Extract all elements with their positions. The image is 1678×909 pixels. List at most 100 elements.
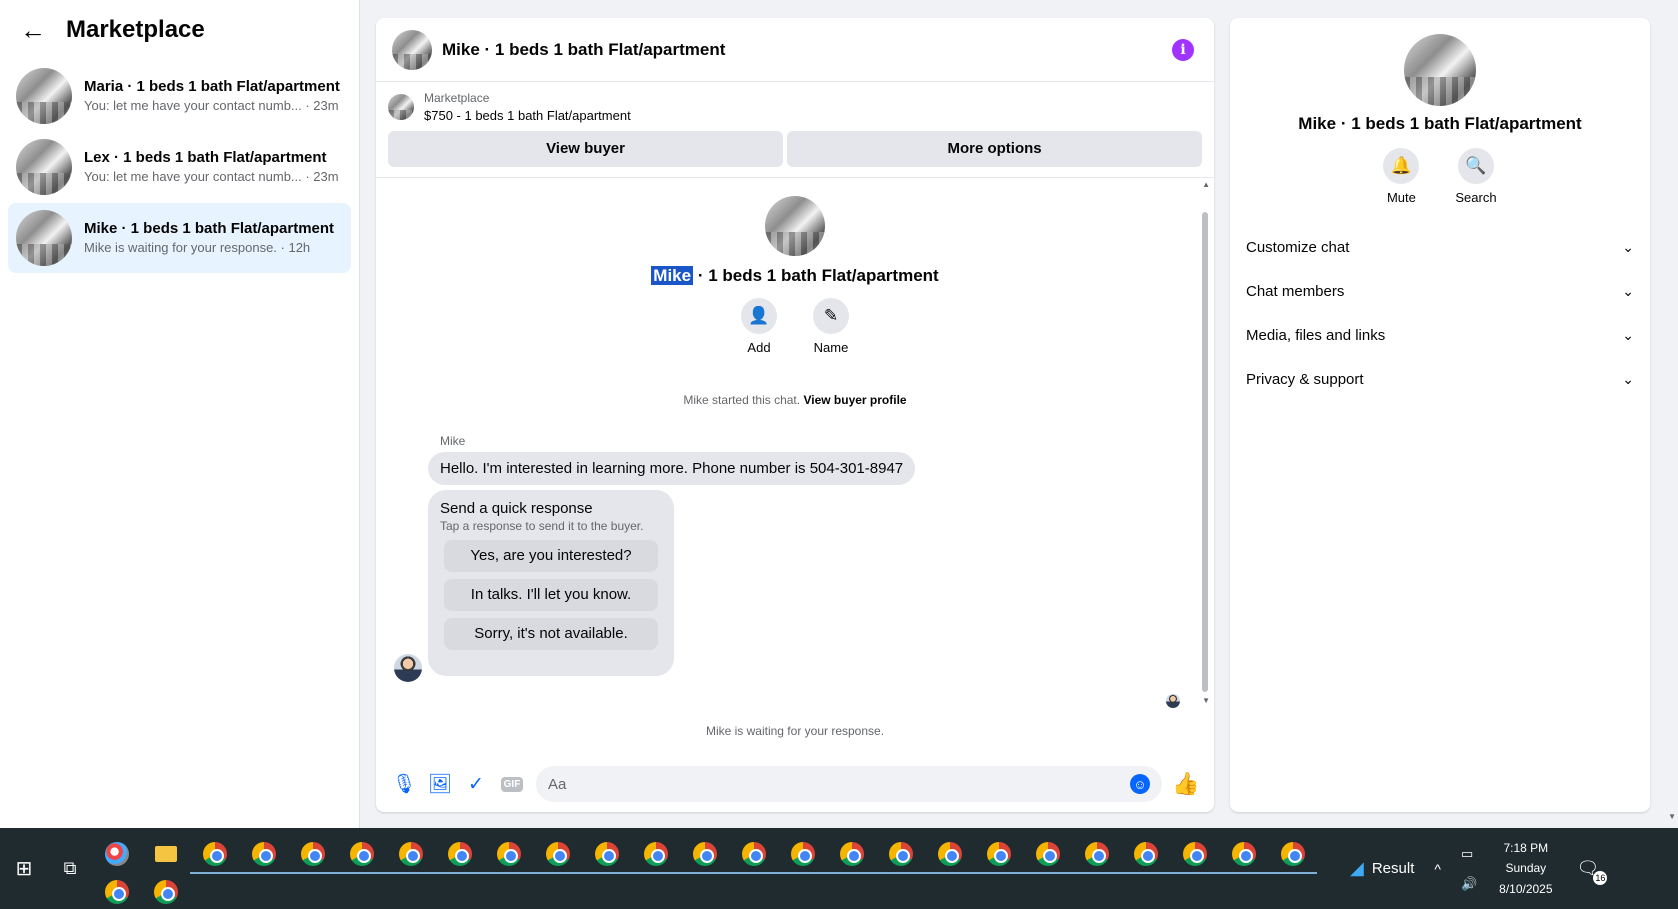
taskbar-chrome-icon[interactable] [1023,836,1072,874]
name-chat-button[interactable]: ✎ Name [813,297,849,355]
sender-avatar[interactable] [394,653,422,682]
add-person-button[interactable]: 👤 Add [741,297,777,355]
chevron-up-icon[interactable]: ^ [1434,861,1441,877]
quick-response-subtitle: Tap a response to send it to the buyer. [440,518,644,533]
menu-chat-members[interactable]: Chat members ⌄ [1230,269,1650,313]
search-button[interactable]: 🔍 Search [1455,148,1497,205]
taskbar-chrome-icon[interactable] [1170,836,1219,874]
taskbar-chrome-icon[interactable] [925,836,974,874]
result-label: Result [1371,860,1415,877]
menu-customize-chat[interactable]: Customize chat ⌄ [1230,225,1650,269]
chevron-down-icon: ⌄ [1622,282,1634,299]
message-bubble[interactable]: Hello. I'm interested in learning more. … [428,451,916,485]
taskbar-chrome-icon[interactable] [631,836,680,874]
taskbar-chrome-icon[interactable] [876,836,925,874]
quick-reply-in-talks[interactable]: In talks. I'll let you know. [444,578,658,611]
conversation-item-lex[interactable]: Lex · 1 beds 1 bath Flat/apartment You: … [8,132,351,202]
conversation-name: Mike · 1 beds 1 bath Flat/apartment [84,220,335,238]
sidebar-title: Marketplace [66,16,205,43]
message-thread[interactable]: ▲ ▼ Mike · 1 beds 1 bath Flat/apartment … [376,178,1214,738]
thumbs-up-icon[interactable]: 👍 [1168,766,1204,802]
search-label: Search [1455,190,1497,205]
quick-reply-not-available[interactable]: Sorry, it's not available. [444,617,658,650]
chat-title[interactable]: Mike · 1 beds 1 bath Flat/apartment [442,40,1172,60]
taskbar-chrome-icon[interactable] [386,836,435,874]
volume-icon[interactable]: 🔊 [1461,876,1477,892]
taskbar-chrome-icon[interactable] [778,836,827,874]
taskbar-chrome-icon[interactable] [533,836,582,874]
conversation-item-mike[interactable]: Mike · 1 beds 1 bath Flat/apartment Mike… [8,203,351,273]
chat-scrollbar[interactable] [1202,211,1208,692]
listing-summary[interactable]: Marketplace $750 - 1 beds 1 bath Flat/ap… [376,82,1214,125]
taskbar-chrome-icon[interactable] [729,836,778,874]
seen-indicator-avatar [1166,693,1180,708]
scroll-down-arrow-icon[interactable]: ▼ [1202,696,1210,705]
taskbar-paint-icon[interactable] [92,836,141,874]
emoji-icon[interactable]: ☺ [1130,774,1150,794]
notification-icon[interactable]: 🗨 16 [1577,858,1608,885]
menu-media-files-links[interactable]: Media, files and links ⌄ [1230,313,1650,357]
message-input[interactable]: Aa ☺ [536,766,1162,802]
gif-icon[interactable]: GIF [494,766,530,802]
conversation-preview: Mike is waiting for your response. · 12h [84,240,311,256]
taskbar-chrome-icon[interactable] [582,836,631,874]
taskbar-chrome-icon[interactable] [435,836,484,874]
mute-button[interactable]: 🔔 Mute [1383,148,1420,205]
conversation-sidebar: ← Marketplace Maria · 1 beds 1 bath Flat… [0,0,360,828]
conversation-item-maria[interactable]: Maria · 1 beds 1 bath Flat/apartment You… [8,61,351,131]
scroll-up-arrow-icon[interactable]: ▲ [1202,180,1210,189]
taskbar-chrome-icon[interactable] [827,836,876,874]
view-buyer-profile-link[interactable]: View buyer profile [803,393,906,407]
taskbar-chrome-icon[interactable] [484,836,533,874]
chat-header: Mike · 1 beds 1 bath Flat/apartment i [376,18,1214,82]
intro-title-rest: · 1 beds 1 bath Flat/apartment [693,265,939,285]
listing-price-title: $750 - 1 beds 1 bath Flat/apartment [424,107,631,123]
taskbar-chrome-icon[interactable] [974,836,1023,874]
task-view-icon[interactable]: ⧉ [48,828,92,909]
chevron-down-icon: ⌄ [1622,238,1634,255]
menu-label: Chat members [1246,282,1345,300]
conversation-preview: You: let me have your contact numb... · … [84,98,339,114]
chevron-down-icon: ⌄ [1622,370,1634,387]
taskbar-chrome-icon[interactable] [190,836,239,874]
back-arrow-icon[interactable]: ← [20,15,52,46]
taskbar-chrome-icon[interactable] [288,836,337,874]
system-tray: ◢ Result ^ ▭ 🔊 7:18 PM Sunday 8/10/2025 🗨… [1342,828,1678,909]
chevron-down-icon: ⌄ [1622,326,1634,343]
conversation-name: Maria · 1 beds 1 bath Flat/apartment [84,78,340,96]
result-logo-icon: ◢ [1350,858,1364,878]
windows-start-icon[interactable]: ⊞ [0,828,48,909]
taskbar-chrome-icon[interactable] [337,836,386,874]
view-buyer-button[interactable]: View buyer [388,130,784,167]
chat-started-note: Mike started this chat. View buyer profi… [376,393,1214,407]
result-app[interactable]: ◢ Result [1350,858,1414,879]
listing-thumbnail [16,210,72,266]
taskbar-chrome-icon[interactable] [1219,836,1268,874]
intro-title: Mike · 1 beds 1 bath Flat/apartment [376,265,1214,286]
clock-day: Sunday [1505,861,1547,876]
page-scroll-down-arrow-icon[interactable]: ▼ [1668,812,1676,821]
microphone-icon[interactable]: 🎙 [386,766,422,802]
taskbar-chrome-icon[interactable] [1072,836,1121,874]
taskbar-chrome-icon[interactable] [239,836,288,874]
chat-avatar[interactable] [392,29,432,70]
taskbar-chrome-icon[interactable] [1121,836,1170,874]
taskbar-chrome-icon[interactable] [141,874,190,909]
add-label: Add [747,339,771,355]
windows-taskbar: ⊞ ⧉ ◢ Result ^ ▭ 🔊 7:18 PM Sunday 8/10/2… [0,828,1678,909]
taskbar-folder-icon[interactable] [141,836,190,874]
taskbar-chrome-icon[interactable] [680,836,729,874]
menu-privacy-support[interactable]: Privacy & support ⌄ [1230,357,1650,401]
network-icon[interactable]: ▭ [1461,846,1477,862]
info-icon[interactable]: i [1172,38,1194,61]
bell-icon: 🔔 [1383,148,1420,184]
quick-reply-interested[interactable]: Yes, are you interested? [444,539,658,572]
taskbar-chrome-icon[interactable] [92,874,141,909]
listing-actions: View buyer More options [376,125,1214,178]
taskbar-chrome-icon[interactable] [1268,836,1317,874]
sticker-icon[interactable]: ✓ [458,766,494,802]
conversation-preview: You: let me have your contact numb... · … [84,169,339,185]
clock[interactable]: 7:18 PM Sunday 8/10/2025 [1499,838,1552,899]
more-options-button[interactable]: More options [787,130,1202,167]
photo-icon[interactable]: 🖼 [422,766,458,802]
